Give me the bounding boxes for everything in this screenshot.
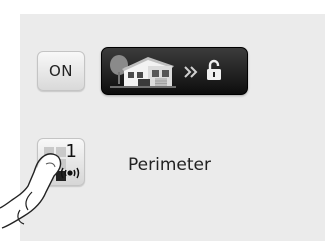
double-chevron-right-icon <box>184 66 198 78</box>
pointing-finger-icon <box>0 153 62 229</box>
on-button-label: ON <box>48 62 74 80</box>
on-button[interactable]: ON <box>37 51 85 91</box>
unlocked-padlock-icon <box>207 59 221 80</box>
zone-label: Perimeter <box>128 155 211 175</box>
house-icon <box>110 55 176 88</box>
unlock-house-scenario-button[interactable] <box>101 47 248 95</box>
